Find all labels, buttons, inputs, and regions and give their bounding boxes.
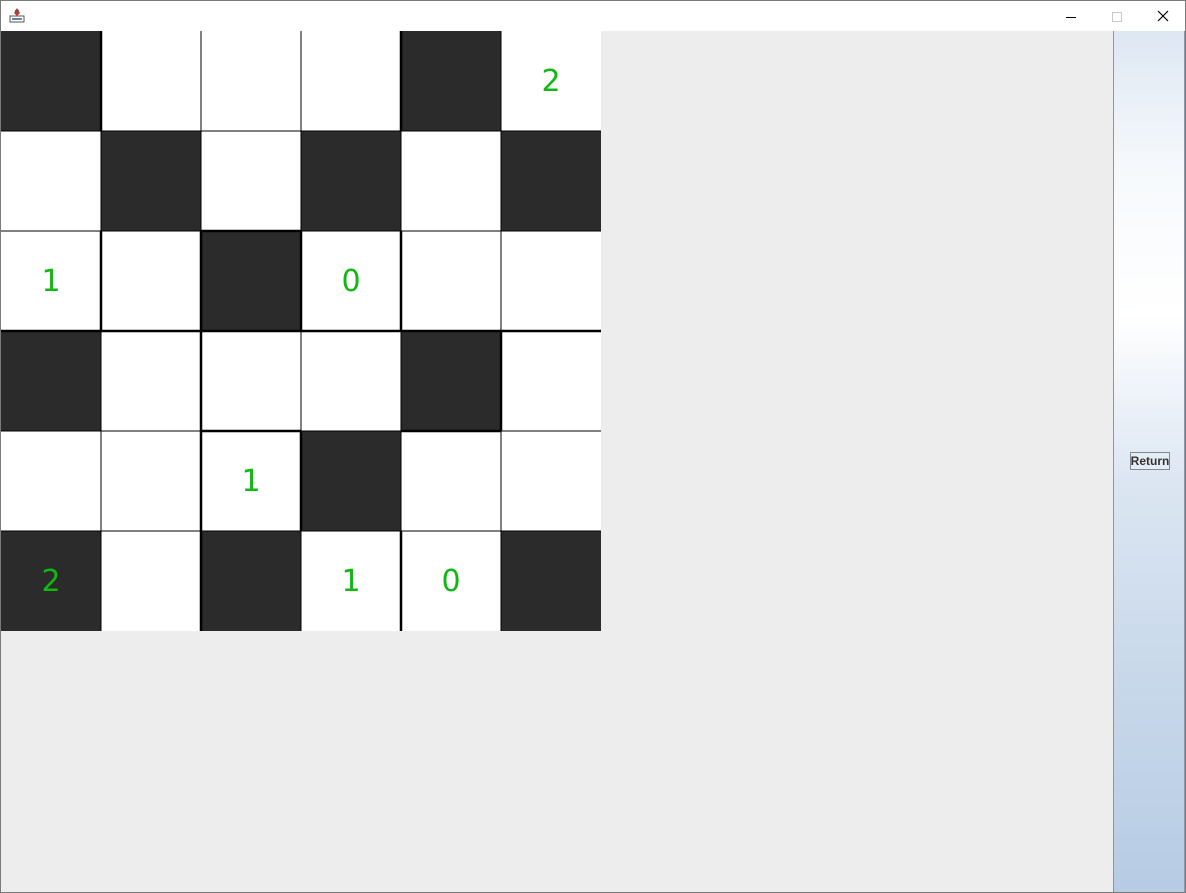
maximize-icon [1112,7,1122,26]
board-cell[interactable]: 0 [301,231,401,331]
board-cell[interactable]: 1 [301,531,401,631]
board-cell[interactable] [201,531,301,631]
board-cell[interactable] [101,31,201,131]
board-cell[interactable] [101,331,201,431]
board-cell[interactable] [401,31,501,131]
close-button[interactable] [1140,1,1185,31]
board-cell[interactable] [501,131,601,231]
board-cell[interactable] [501,531,601,631]
board-cell[interactable] [401,231,501,331]
board-cell[interactable] [101,131,201,231]
board-cell[interactable] [1,331,101,431]
board-cell[interactable]: 1 [201,431,301,531]
board-cell[interactable] [401,331,501,431]
minimize-icon [1066,7,1076,26]
board-cell[interactable] [301,31,401,131]
board-cell[interactable] [201,131,301,231]
board-cell[interactable] [201,31,301,131]
board-cell[interactable] [501,431,601,531]
title-bar[interactable] [1,1,1185,31]
board-cell[interactable] [501,331,601,431]
board-cell[interactable] [101,531,201,631]
board-cell[interactable] [401,131,501,231]
game-board: 2101210 [1,31,601,631]
board-cell[interactable]: 1 [1,231,101,331]
board-cell[interactable] [1,31,101,131]
java-app-icon [9,7,25,23]
board-cell[interactable] [1,131,101,231]
side-panel: Return [1113,31,1185,892]
board-cell[interactable] [201,231,301,331]
board-cell[interactable] [501,231,601,331]
board-cell[interactable] [1,431,101,531]
app-window: 2101210 Return [0,0,1186,893]
return-button[interactable]: Return [1130,452,1170,470]
board-cell[interactable] [201,331,301,431]
board-cell[interactable] [301,331,401,431]
board-cell[interactable] [101,431,201,531]
board-cell[interactable] [401,431,501,531]
maximize-button[interactable] [1094,1,1140,31]
minimize-button[interactable] [1048,1,1094,31]
board-cell[interactable] [301,431,401,531]
close-icon [1157,7,1169,26]
board-cell[interactable]: 0 [401,531,501,631]
board-cell[interactable] [301,131,401,231]
board-cell[interactable] [101,231,201,331]
board-cell[interactable]: 2 [501,31,601,131]
board-cell[interactable]: 2 [1,531,101,631]
